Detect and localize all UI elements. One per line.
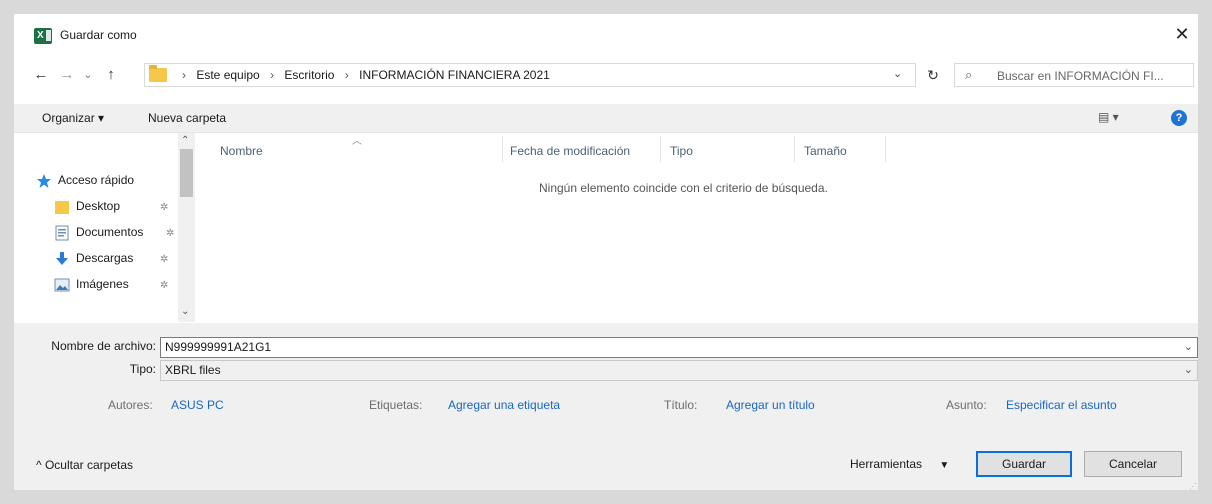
pin-icon[interactable]: ✲ [160, 254, 168, 265]
column-divider[interactable] [885, 136, 886, 162]
search-placeholder: Buscar en INFORMACIÓN FI... [997, 69, 1164, 83]
sort-caret-icon: ︿ [352, 136, 362, 147]
save-button[interactable]: Guardar [976, 451, 1072, 477]
column-divider[interactable] [660, 136, 661, 162]
forward-button[interactable]: → [56, 64, 78, 86]
hide-folders-button[interactable]: ^ Ocultar carpetas [36, 458, 133, 472]
excel-icon: X [34, 28, 52, 44]
chevron-up-icon[interactable]: ⌃ [181, 135, 189, 146]
sidebar-item-descargas[interactable]: Descargas [54, 251, 133, 267]
save-options-panel: Nombre de archivo: N999999991A21G1 ⌄ Tip… [14, 323, 1198, 490]
tags-label: Etiquetas: [369, 398, 423, 412]
file-type-select[interactable]: XBRL files ⌄ [160, 360, 1198, 381]
save-as-dialog: X Guardar como ✕ ← → ⌄ ↑ › Este equipo ›… [14, 14, 1198, 490]
organize-button[interactable]: Organizar ▾ [42, 111, 104, 125]
authors-label: Autores: [108, 398, 153, 412]
back-button[interactable]: ← [30, 64, 52, 86]
search-icon: ⌕ [965, 67, 973, 82]
star-icon [36, 173, 52, 189]
file-list [197, 133, 1198, 322]
add-tag-link[interactable]: Agregar una etiqueta [448, 398, 560, 412]
tools-button[interactable]: Herramientas ▼ [850, 457, 949, 471]
sidebar-item-acceso-rapido[interactable]: Acceso rápido [36, 173, 134, 189]
breadcrumb-current-folder[interactable]: INFORMACIÓN FINANCIERA 2021 [359, 68, 550, 82]
type-label: Tipo: [129, 362, 156, 376]
subject-label: Asunto: [946, 398, 987, 412]
sidebar-item-label: Acceso rápido [58, 173, 135, 188]
folder-icon [149, 65, 167, 82]
breadcrumb-separator: › [344, 68, 349, 82]
up-button[interactable]: ↑ [100, 64, 122, 86]
filename-field[interactable]: N999999991A21G1 ⌄ [160, 337, 1198, 358]
address-bar[interactable]: › Este equipo › Escritorio › INFORMACIÓN… [144, 63, 916, 87]
chevron-down-icon[interactable]: ⌄ [1184, 338, 1193, 357]
sidebar-item-label: Documentos [76, 225, 144, 240]
filename-value: N999999991A21G1 [165, 340, 272, 354]
add-subject-link[interactable]: Especificar el asunto [1006, 398, 1117, 412]
file-type-value: XBRL files [165, 363, 221, 377]
pin-icon[interactable]: ✲ [160, 202, 168, 213]
chevron-down-icon[interactable]: ⌄ [181, 306, 189, 317]
column-header-fecha[interactable]: Fecha de modificación [510, 144, 630, 158]
navigation-pane: Acceso rápido Desktop ✲ Documentos ✲ Des… [14, 133, 196, 322]
breadcrumb-separator: › [270, 68, 275, 82]
close-button[interactable]: ✕ [1169, 22, 1195, 46]
resize-grip-icon[interactable]: ⋰ [1189, 482, 1197, 490]
download-icon [54, 251, 70, 267]
scrollbar-thumb[interactable] [180, 149, 193, 197]
help-icon[interactable]: ? [1171, 110, 1187, 126]
search-input[interactable]: ⌕ Buscar en INFORMACIÓN FI... [954, 63, 1194, 87]
title-label: Título: [664, 398, 698, 412]
empty-folder-message: Ningún elemento coincide con el criterio… [539, 181, 828, 195]
documents-icon [54, 225, 70, 241]
column-divider[interactable] [502, 136, 503, 162]
sidebar-item-label: Descargas [76, 251, 134, 266]
command-bar: Organizar ▾ Nueva carpeta ▤ ▾ ? [14, 104, 1198, 133]
filename-label: Nombre de archivo: [51, 339, 156, 353]
sidebar-item-documentos[interactable]: Documentos [54, 225, 143, 241]
sidebar-item-desktop[interactable]: Desktop [54, 199, 120, 215]
recent-locations-button[interactable]: ⌄ [80, 64, 96, 86]
tools-label: Herramientas [850, 457, 923, 471]
sidebar-item-label: Imágenes [76, 277, 129, 292]
new-folder-button[interactable]: Nueva carpeta [148, 111, 226, 125]
chevron-down-icon[interactable]: ⌄ [893, 67, 902, 80]
breadcrumb-separator: › [182, 68, 186, 82]
chevron-down-icon[interactable]: ⌄ [1184, 361, 1193, 380]
column-header-nombre[interactable]: Nombre [220, 144, 263, 158]
breadcrumb: › Este equipo › Escritorio › INFORMACIÓN… [175, 68, 550, 82]
window-title: Guardar como [60, 28, 137, 42]
pin-icon[interactable]: ✲ [166, 228, 174, 239]
cancel-button[interactable]: Cancelar [1084, 451, 1182, 477]
breadcrumb-escritorio[interactable]: Escritorio [284, 68, 334, 82]
column-header-tipo[interactable]: Tipo [670, 144, 693, 158]
pictures-icon [54, 277, 70, 293]
column-divider[interactable] [794, 136, 795, 162]
breadcrumb-este-equipo[interactable]: Este equipo [196, 68, 259, 82]
sidebar-item-label: Desktop [76, 199, 121, 214]
view-options-icon[interactable]: ▤ ▾ [1098, 110, 1119, 124]
column-header-tamano[interactable]: Tamaño [804, 144, 847, 158]
folder-icon [54, 199, 70, 215]
refresh-button[interactable]: ↻ [921, 63, 945, 87]
authors-value[interactable]: ASUS PC [171, 398, 224, 412]
caret-down-icon: ▼ [939, 460, 950, 471]
pin-icon[interactable]: ✲ [160, 280, 168, 291]
add-title-link[interactable]: Agregar un título [726, 398, 815, 412]
navigation-scrollbar[interactable]: ⌃ ⌄ [178, 133, 195, 322]
sidebar-item-imagenes[interactable]: Imágenes [54, 277, 129, 293]
